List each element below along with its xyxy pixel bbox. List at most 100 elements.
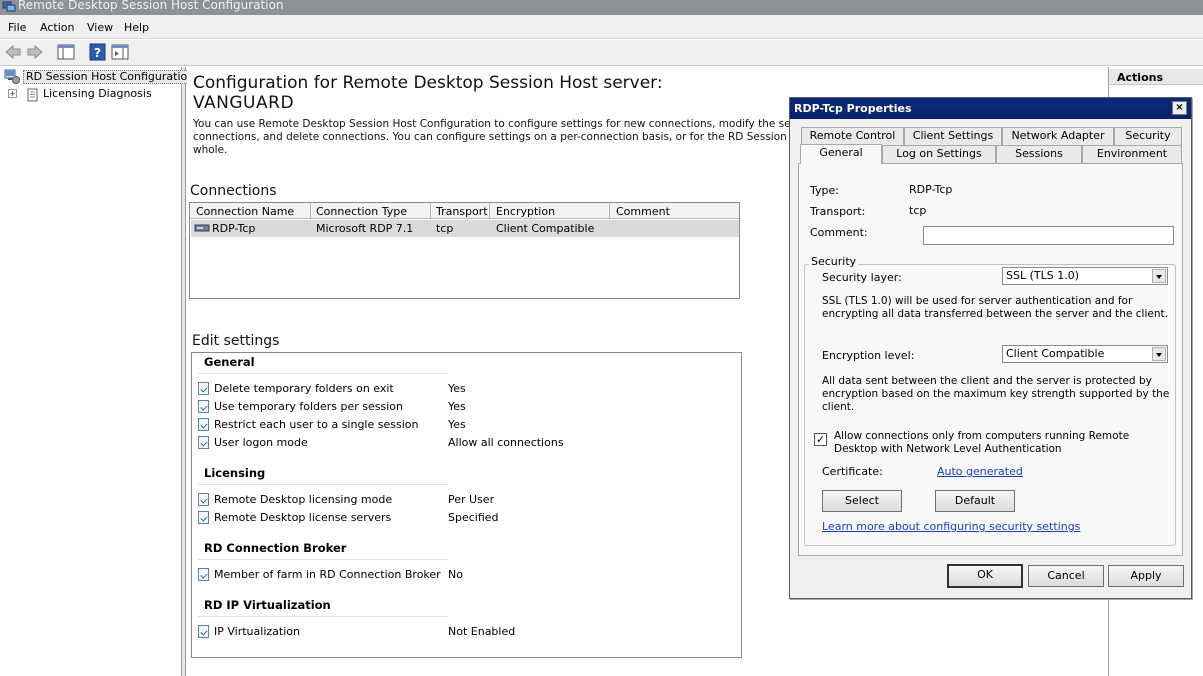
encryption-level-label: Encryption level: (822, 349, 915, 362)
select-button[interactable]: Select (822, 490, 902, 512)
connections-table: Connection Name Connection Type Transpor… (189, 202, 740, 299)
forward-arrow-icon[interactable] (25, 43, 45, 61)
transport-value: tcp (909, 204, 927, 217)
group-divider (198, 616, 448, 617)
server-config-icon (4, 69, 20, 84)
col-transport[interactable]: Transport (436, 205, 488, 218)
setting-delete-temp-folders[interactable]: Delete temporary folders on exit (214, 382, 394, 395)
table-row[interactable]: RDP-Tcp Microsoft RDP 7.1 tcp Client Com… (191, 220, 739, 237)
group-divider (198, 484, 448, 485)
default-button[interactable]: Default (935, 490, 1015, 512)
show-hide-action-pane-icon[interactable] (110, 43, 130, 61)
show-hide-console-tree-icon[interactable] (56, 43, 76, 61)
col-connection-type[interactable]: Connection Type (316, 205, 407, 218)
edit-settings-heading: Edit settings (192, 333, 280, 349)
row-transport: tcp (436, 222, 454, 235)
group-divider (198, 373, 448, 374)
security-layer-description: SSL (TLS 1.0) will be used for server au… (822, 295, 1168, 320)
rdp-tcp-properties-dialog: RDP-Tcp Properties × Remote Control Clie… (789, 97, 1192, 599)
connection-icon (194, 224, 210, 232)
svg-text:?: ? (94, 46, 101, 60)
setting-use-temp-folders[interactable]: Use temporary folders per session (214, 400, 403, 413)
group-licensing-title: Licensing (204, 466, 266, 480)
group-broker-title: RD Connection Broker (204, 541, 347, 555)
security-layer-label: Security layer: (822, 271, 902, 284)
setting-icon (198, 436, 209, 449)
menu-view[interactable]: View (87, 21, 113, 34)
close-icon[interactable]: × (1172, 101, 1187, 115)
tab-client-settings[interactable]: Client Settings (904, 127, 1002, 145)
page-title: Configuration for Remote Desktop Session… (193, 73, 663, 93)
group-divider (198, 559, 448, 560)
tab-log-on-settings[interactable]: Log on Settings (882, 145, 996, 163)
setting-restrict-single-session[interactable]: Restrict each user to a single session (214, 418, 418, 431)
connections-table-header: Connection Name Connection Type Transpor… (190, 203, 739, 219)
certificate-label: Certificate: (822, 465, 883, 478)
comment-field[interactable] (923, 226, 1174, 245)
tab-security[interactable]: Security (1114, 127, 1182, 145)
setting-member-of-farm[interactable]: Member of farm in RD Connection Broker (214, 568, 441, 581)
window-title-bar[interactable]: Remote Desktop Session Host Configuratio… (0, 0, 1203, 15)
tab-remote-control[interactable]: Remote Control (801, 127, 904, 145)
tab-general[interactable]: General (800, 144, 882, 164)
ok-button[interactable]: OK (947, 564, 1023, 588)
window-title: Remote Desktop Session Host Configuratio… (18, 0, 284, 12)
col-comment[interactable]: Comment (616, 205, 670, 218)
tab-environment[interactable]: Environment (1082, 145, 1182, 163)
encryption-description: All data sent between the client and the… (822, 375, 1170, 413)
tree-child-label: Licensing Diagnosis (43, 87, 152, 100)
col-encryption[interactable]: Encryption (496, 205, 555, 218)
connections-heading: Connections (190, 183, 277, 199)
certificate-link[interactable]: Auto generated (937, 465, 1023, 478)
console-tree-pane (0, 67, 182, 676)
setting-value: Specified (448, 511, 499, 524)
tab-network-adapter[interactable]: Network Adapter (1002, 127, 1114, 145)
setting-user-logon-mode[interactable]: User logon mode (214, 436, 308, 449)
col-connection-name[interactable]: Connection Name (196, 205, 294, 218)
toolbar: ? (0, 40, 1203, 66)
setting-value: Yes (448, 382, 466, 395)
chevron-down-icon (1152, 269, 1166, 283)
learn-more-link[interactable]: Learn more about configuring security se… (822, 520, 1080, 533)
apply-button[interactable]: Apply (1108, 565, 1184, 587)
dialog-title-bar[interactable]: RDP-Tcp Properties (790, 98, 1191, 119)
menu-help[interactable]: Help (124, 21, 149, 34)
setting-value: Allow all connections (448, 436, 564, 449)
tree-expand-icon[interactable]: + (8, 89, 17, 98)
cancel-button[interactable]: Cancel (1028, 565, 1104, 587)
setting-ip-virtualization[interactable]: IP Virtualization (214, 625, 300, 638)
nla-label[interactable]: Allow connections only from computers ru… (834, 430, 1174, 456)
back-arrow-icon[interactable] (3, 43, 23, 61)
setting-icon (198, 400, 209, 413)
setting-value: Per User (448, 493, 495, 506)
menu-action[interactable]: Action (40, 21, 74, 34)
pane-splitter[interactable] (182, 67, 186, 676)
security-layer-select[interactable]: SSL (TLS 1.0) (1002, 267, 1168, 285)
help-icon[interactable]: ? (88, 43, 108, 61)
setting-license-servers[interactable]: Remote Desktop license servers (214, 511, 391, 524)
nla-checkbox[interactable]: ✓ (814, 433, 827, 446)
setting-value: Not Enabled (448, 625, 516, 638)
intro-line-3: whole. (193, 144, 228, 156)
group-ipvirt-title: RD IP Virtualization (204, 598, 331, 612)
tree-root-label: RD Session Host Configuration: (23, 70, 201, 84)
setting-licensing-mode[interactable]: Remote Desktop licensing mode (214, 493, 392, 506)
setting-icon (198, 493, 209, 506)
menu-file[interactable]: File (8, 21, 26, 34)
tab-sessions[interactable]: Sessions (996, 145, 1082, 163)
security-group-title: Security (809, 255, 859, 268)
licensing-diagnosis-icon (27, 88, 38, 102)
intro-line-1: You can use Remote Desktop Session Host … (193, 118, 859, 130)
actions-title: Actions (1109, 69, 1203, 85)
transport-label: Transport: (810, 205, 866, 218)
menu-bar: File Action View Help (0, 15, 1203, 39)
intro-line-2: connections, and delete connections. You… (193, 131, 851, 143)
comment-label: Comment: (810, 226, 868, 239)
setting-icon (198, 418, 209, 431)
app-icon (2, 1, 16, 12)
general-tab-panel: Type: RDP-Tcp Transport: tcp Comment: Se… (798, 163, 1183, 556)
encryption-level-select[interactable]: Client Compatible (1002, 345, 1168, 363)
setting-value: No (448, 568, 463, 581)
dialog-title: RDP-Tcp Properties (794, 102, 912, 115)
setting-icon (198, 382, 209, 395)
